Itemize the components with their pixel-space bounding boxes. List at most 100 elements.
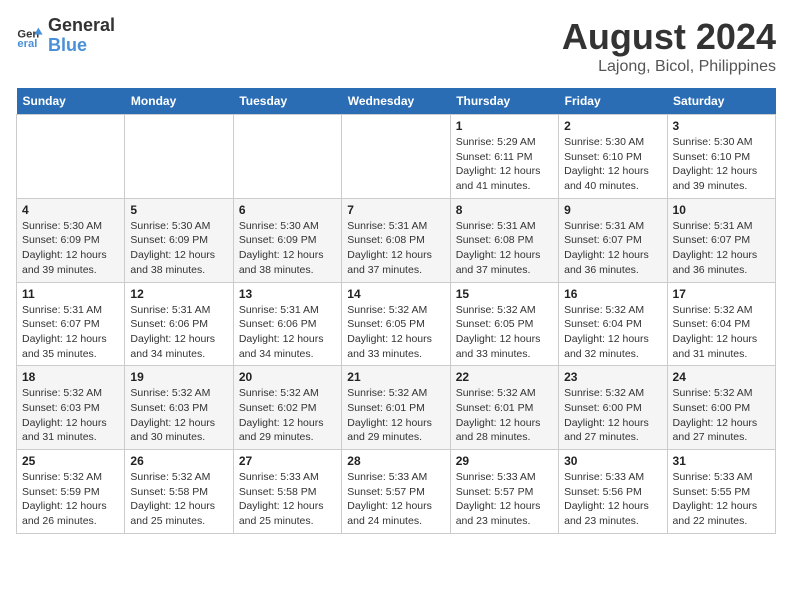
day-number: 7 [347,203,444,217]
day-number: 26 [130,454,227,468]
calendar-day-cell: 30 Sunrise: 5:33 AM Sunset: 5:56 PM Dayli… [559,450,667,534]
day-info: Sunrise: 5:30 AM Sunset: 6:09 PM Dayligh… [22,219,119,278]
calendar-day-cell: 26 Sunrise: 5:32 AM Sunset: 5:58 PM Dayli… [125,450,233,534]
day-number: 3 [673,119,770,133]
calendar-day-cell: 15 Sunrise: 5:32 AM Sunset: 6:05 PM Dayli… [450,282,558,366]
day-info: Sunrise: 5:32 AM Sunset: 6:03 PM Dayligh… [22,386,119,445]
calendar-day-cell: 4 Sunrise: 5:30 AM Sunset: 6:09 PM Daylig… [17,198,125,282]
calendar-day-cell: 28 Sunrise: 5:33 AM Sunset: 5:57 PM Dayli… [342,450,450,534]
day-info: Sunrise: 5:32 AM Sunset: 6:01 PM Dayligh… [456,386,553,445]
day-info: Sunrise: 5:32 AM Sunset: 5:59 PM Dayligh… [22,470,119,529]
day-number: 15 [456,287,553,301]
calendar-day-cell: 23Sunrise: 5:32 AM Sunset: 6:00 PM Dayli… [559,366,667,450]
day-number: 16 [564,287,661,301]
day-info: Sunrise: 5:30 AM Sunset: 6:10 PM Dayligh… [673,135,770,194]
day-info: Sunrise: 5:33 AM Sunset: 5:55 PM Dayligh… [673,470,770,529]
day-info: Sunrise: 5:32 AM Sunset: 6:05 PM Dayligh… [456,303,553,362]
day-number: 30 [564,454,661,468]
day-number: 2 [564,119,661,133]
calendar-day-cell: 3 Sunrise: 5:30 AM Sunset: 6:10 PM Daylig… [667,115,775,199]
svg-text:eral: eral [17,38,37,50]
day-info: Sunrise: 5:30 AM Sunset: 6:10 PM Dayligh… [564,135,661,194]
logo-text: General Blue [48,16,115,56]
calendar-day-cell: 7 Sunrise: 5:31 AM Sunset: 6:08 PM Daylig… [342,198,450,282]
day-number: 22 [456,370,553,384]
day-number: 19 [130,370,227,384]
day-info: Sunrise: 5:33 AM Sunset: 5:58 PM Dayligh… [239,470,336,529]
calendar-day-cell: 2 Sunrise: 5:30 AM Sunset: 6:10 PM Daylig… [559,115,667,199]
day-info: Sunrise: 5:32 AM Sunset: 6:05 PM Dayligh… [347,303,444,362]
day-number: 14 [347,287,444,301]
day-number: 4 [22,203,119,217]
day-info: Sunrise: 5:32 AM Sunset: 6:01 PM Dayligh… [347,386,444,445]
calendar-day-cell [17,115,125,199]
calendar-day-cell: 14 Sunrise: 5:32 AM Sunset: 6:05 PM Dayli… [342,282,450,366]
calendar-week-row: 4 Sunrise: 5:30 AM Sunset: 6:09 PM Daylig… [17,198,776,282]
day-info: Sunrise: 5:32 AM Sunset: 6:03 PM Dayligh… [130,386,227,445]
day-number: 6 [239,203,336,217]
weekday-header-tuesday: Tuesday [233,88,341,115]
logo: Gen eral General Blue [16,16,115,56]
day-info: Sunrise: 5:31 AM Sunset: 6:07 PM Dayligh… [22,303,119,362]
calendar-day-cell: 27Sunrise: 5:33 AM Sunset: 5:58 PM Dayli… [233,450,341,534]
day-number: 17 [673,287,770,301]
calendar-day-cell: 21 Sunrise: 5:32 AM Sunset: 6:01 PM Dayli… [342,366,450,450]
calendar-day-cell [233,115,341,199]
weekday-header-wednesday: Wednesday [342,88,450,115]
day-info: Sunrise: 5:31 AM Sunset: 6:08 PM Dayligh… [456,219,553,278]
calendar-day-cell: 12 Sunrise: 5:31 AM Sunset: 6:06 PM Dayli… [125,282,233,366]
calendar-table: SundayMondayTuesdayWednesdayThursdayFrid… [16,88,776,534]
calendar-week-row: 25 Sunrise: 5:32 AM Sunset: 5:59 PM Dayli… [17,450,776,534]
calendar-day-cell: 9Sunrise: 5:31 AM Sunset: 6:07 PM Daylig… [559,198,667,282]
calendar-day-cell: 29Sunrise: 5:33 AM Sunset: 5:57 PM Dayli… [450,450,558,534]
calendar-day-cell: 11 Sunrise: 5:31 AM Sunset: 6:07 PM Dayli… [17,282,125,366]
day-info: Sunrise: 5:31 AM Sunset: 6:06 PM Dayligh… [239,303,336,362]
day-info: Sunrise: 5:31 AM Sunset: 6:07 PM Dayligh… [673,219,770,278]
day-number: 1 [456,119,553,133]
day-number: 12 [130,287,227,301]
calendar-week-row: 18 Sunrise: 5:32 AM Sunset: 6:03 PM Dayli… [17,366,776,450]
day-number: 10 [673,203,770,217]
title-block: August 2024 Lajong, Bicol, Philippines [562,16,776,76]
calendar-day-cell: 24 Sunrise: 5:32 AM Sunset: 6:00 PM Dayli… [667,366,775,450]
day-info: Sunrise: 5:32 AM Sunset: 6:00 PM Dayligh… [673,386,770,445]
calendar-day-cell [125,115,233,199]
day-number: 11 [22,287,119,301]
day-info: Sunrise: 5:29 AM Sunset: 6:11 PM Dayligh… [456,135,553,194]
weekday-header-sunday: Sunday [17,88,125,115]
day-number: 9 [564,203,661,217]
calendar-subtitle: Lajong, Bicol, Philippines [562,58,776,76]
calendar-day-cell: 10 Sunrise: 5:31 AM Sunset: 6:07 PM Dayli… [667,198,775,282]
calendar-day-cell: 13Sunrise: 5:31 AM Sunset: 6:06 PM Dayli… [233,282,341,366]
weekday-header-saturday: Saturday [667,88,775,115]
day-info: Sunrise: 5:32 AM Sunset: 6:04 PM Dayligh… [673,303,770,362]
day-number: 31 [673,454,770,468]
day-info: Sunrise: 5:31 AM Sunset: 6:08 PM Dayligh… [347,219,444,278]
calendar-day-cell: 6Sunrise: 5:30 AM Sunset: 6:09 PM Daylig… [233,198,341,282]
weekday-header-monday: Monday [125,88,233,115]
calendar-day-cell: 25 Sunrise: 5:32 AM Sunset: 5:59 PM Dayli… [17,450,125,534]
calendar-week-row: 11 Sunrise: 5:31 AM Sunset: 6:07 PM Dayli… [17,282,776,366]
day-info: Sunrise: 5:32 AM Sunset: 6:00 PM Dayligh… [564,386,661,445]
weekday-header-thursday: Thursday [450,88,558,115]
day-number: 25 [22,454,119,468]
day-info: Sunrise: 5:31 AM Sunset: 6:06 PM Dayligh… [130,303,227,362]
day-number: 21 [347,370,444,384]
day-number: 24 [673,370,770,384]
calendar-day-cell: 16 Sunrise: 5:32 AM Sunset: 6:04 PM Dayli… [559,282,667,366]
calendar-day-cell: 8Sunrise: 5:31 AM Sunset: 6:08 PM Daylig… [450,198,558,282]
weekday-header-row: SundayMondayTuesdayWednesdayThursdayFrid… [17,88,776,115]
day-info: Sunrise: 5:32 AM Sunset: 5:58 PM Dayligh… [130,470,227,529]
weekday-header-friday: Friday [559,88,667,115]
day-info: Sunrise: 5:33 AM Sunset: 5:57 PM Dayligh… [347,470,444,529]
calendar-day-cell: 20Sunrise: 5:32 AM Sunset: 6:02 PM Dayli… [233,366,341,450]
calendar-day-cell: 17 Sunrise: 5:32 AM Sunset: 6:04 PM Dayli… [667,282,775,366]
day-number: 28 [347,454,444,468]
day-number: 20 [239,370,336,384]
day-info: Sunrise: 5:30 AM Sunset: 6:09 PM Dayligh… [130,219,227,278]
day-number: 18 [22,370,119,384]
page-header: Gen eral General Blue August 2024 Lajong… [16,16,776,76]
day-info: Sunrise: 5:32 AM Sunset: 6:04 PM Dayligh… [564,303,661,362]
day-info: Sunrise: 5:33 AM Sunset: 5:56 PM Dayligh… [564,470,661,529]
calendar-day-cell: 5Sunrise: 5:30 AM Sunset: 6:09 PM Daylig… [125,198,233,282]
